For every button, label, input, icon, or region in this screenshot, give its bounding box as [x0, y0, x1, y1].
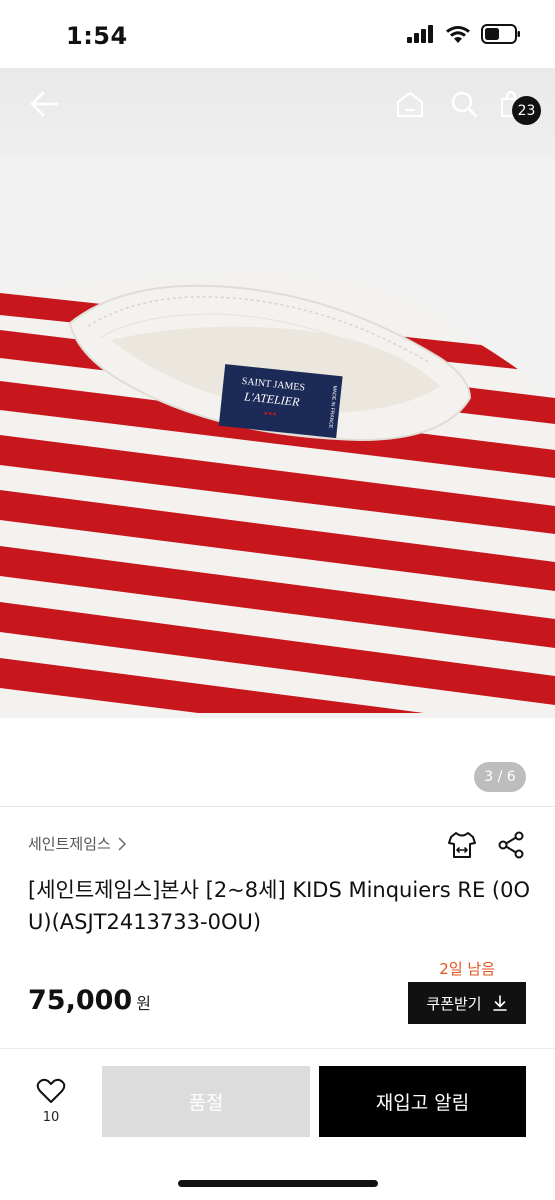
signal-icon [407, 25, 433, 43]
status-time: 1:54 [66, 22, 128, 50]
soldout-button[interactable]: 품절 [102, 1066, 310, 1137]
price-currency: 원 [136, 994, 151, 1013]
home-button[interactable] [392, 86, 428, 122]
price-value: 75,000 [28, 985, 133, 1016]
size-guide-shirt-icon[interactable] [447, 830, 477, 860]
coupon-days-left: 2일 남음 [439, 960, 495, 978]
heart-icon [36, 1078, 66, 1103]
search-button[interactable] [446, 86, 482, 122]
back-arrow-icon [30, 91, 59, 117]
wishlist-button[interactable]: 10 [30, 1078, 72, 1125]
wifi-icon [446, 25, 470, 43]
brand-name: 세인트제임스 [28, 835, 111, 853]
image-page-indicator: 3 / 6 [474, 762, 526, 792]
striped-shirt-image: SAINT JAMES L'ATELIER ■ ■ ■ MADE IN FRAN… [0, 68, 555, 808]
product-image[interactable]: SAINT JAMES L'ATELIER ■ ■ ■ MADE IN FRAN… [0, 68, 555, 808]
download-icon [492, 995, 507, 1011]
back-button[interactable] [24, 86, 64, 122]
status-icons [407, 24, 521, 44]
coupon-download-button[interactable]: 쿠폰받기 [408, 982, 526, 1024]
chevron-right-icon [118, 836, 126, 851]
restock-alert-button[interactable]: 재입고 알림 [319, 1066, 526, 1137]
share-icon[interactable] [497, 830, 525, 860]
divider [0, 806, 555, 807]
home-icon [396, 91, 424, 118]
status-bar: 1:54 [0, 0, 555, 68]
home-indicator [178, 1180, 378, 1187]
product-actions [447, 830, 525, 860]
coupon-label: 쿠폰받기 [426, 994, 482, 1013]
search-icon [451, 91, 478, 118]
brand-link[interactable]: 세인트제임스 [28, 833, 127, 854]
price: 75,000 원 [28, 985, 151, 1016]
battery-icon [481, 24, 520, 44]
cart-count-badge: 23 [512, 96, 541, 125]
wishlist-count: 10 [42, 1110, 60, 1125]
product-title: [세인트제임스]본사 [2~8세] KIDS Minquiers RE (0OU… [28, 878, 530, 934]
svg-text:■ ■ ■: ■ ■ ■ [264, 410, 276, 417]
